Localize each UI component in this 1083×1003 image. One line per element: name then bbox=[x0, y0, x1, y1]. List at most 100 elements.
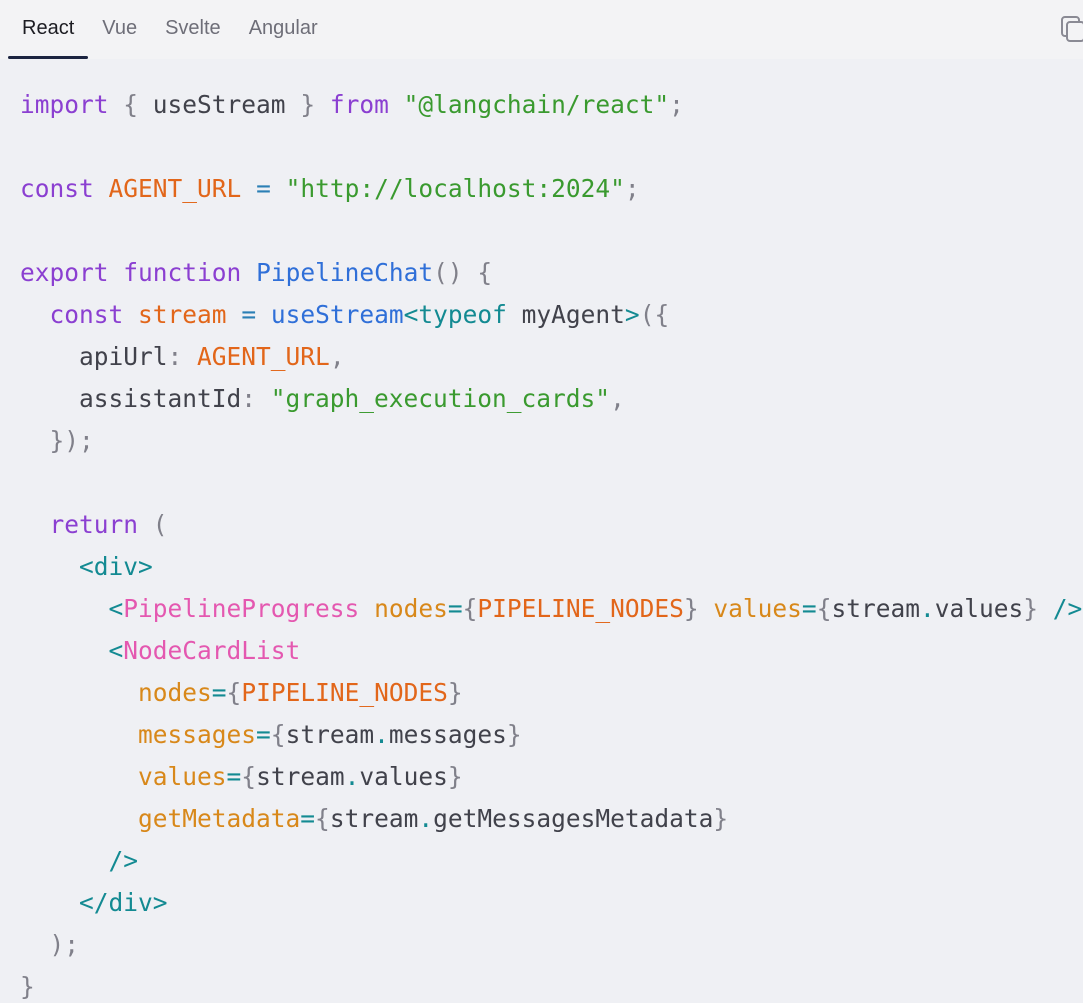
code-token: : bbox=[241, 384, 257, 413]
code-token: values bbox=[138, 762, 227, 791]
code-token: ( bbox=[152, 510, 168, 539]
code-token: = bbox=[211, 678, 227, 707]
code-token: > bbox=[624, 300, 640, 329]
code-token: PIPELINE_NODES bbox=[241, 678, 448, 707]
code-token: /> bbox=[108, 846, 139, 875]
code-token: <div> bbox=[79, 552, 153, 581]
code-token: } bbox=[506, 720, 522, 749]
code-line: <NodeCardList bbox=[20, 630, 1083, 672]
code-token: = bbox=[256, 720, 271, 749]
code-token: stream bbox=[329, 804, 419, 833]
code-token: . bbox=[919, 594, 935, 623]
code-token: "@langchain/react" bbox=[403, 90, 670, 119]
code-token: { bbox=[226, 678, 242, 707]
code-token: . bbox=[374, 720, 389, 749]
code-token: "graph_execution_cards" bbox=[270, 384, 611, 413]
code-token: } bbox=[683, 594, 699, 623]
code-token: { bbox=[270, 720, 286, 749]
code-token: { bbox=[315, 804, 330, 833]
code-token: , bbox=[329, 342, 345, 371]
code-token: = bbox=[447, 594, 463, 623]
code-token: AGENT_URL bbox=[197, 342, 330, 371]
code-token: { bbox=[477, 258, 493, 287]
tab-react[interactable]: React bbox=[8, 0, 89, 59]
code-token: values bbox=[359, 762, 448, 791]
code-token: import bbox=[20, 90, 109, 119]
code-token: } bbox=[447, 762, 463, 791]
code-token: stream bbox=[138, 300, 227, 329]
framework-tab-bar: React Vue Svelte Angular bbox=[0, 0, 1083, 59]
code-token: < bbox=[108, 594, 124, 623]
code-token: stream bbox=[256, 762, 345, 791]
code-token: NodeCardList bbox=[123, 636, 301, 665]
code-token: apiUrl bbox=[20, 342, 168, 371]
copy-button[interactable] bbox=[1059, 14, 1083, 44]
code-token: export bbox=[20, 258, 109, 287]
code-token: stream bbox=[831, 594, 920, 623]
code-token: myAgent bbox=[506, 300, 625, 329]
tab-vue[interactable]: Vue bbox=[88, 0, 151, 59]
code-line: ); bbox=[20, 924, 1083, 966]
code-line: /> bbox=[20, 840, 1083, 882]
code-token: () bbox=[433, 258, 463, 287]
code-token: values bbox=[934, 594, 1024, 623]
code-token: ({ bbox=[639, 300, 670, 329]
code-token: function bbox=[123, 258, 242, 287]
code-token: getMessagesMetadata bbox=[433, 804, 714, 833]
code-token: . bbox=[344, 762, 360, 791]
code-token: } bbox=[447, 678, 463, 707]
code-line: </div> bbox=[20, 882, 1083, 924]
code-token: ); bbox=[49, 930, 80, 959]
code-line: const stream = useStream<typeof myAgent>… bbox=[20, 294, 1083, 336]
code-block[interactable]: import { useStream } from "@langchain/re… bbox=[0, 59, 1083, 1003]
tab-svelte[interactable]: Svelte bbox=[151, 0, 235, 59]
code-token: = bbox=[256, 174, 271, 203]
code-line: <div> bbox=[20, 546, 1083, 588]
code-token: = bbox=[241, 300, 257, 329]
code-token: { bbox=[123, 90, 139, 119]
code-token: values bbox=[713, 594, 802, 623]
framework-tabs: React Vue Svelte Angular bbox=[8, 0, 332, 59]
code-token: { bbox=[241, 762, 257, 791]
code-token: . bbox=[418, 804, 434, 833]
code-line: assistantId: "graph_execution_cards", bbox=[20, 378, 1083, 420]
code-token: stream bbox=[285, 720, 375, 749]
code-line: getMetadata={stream.getMessagesMetadata} bbox=[20, 798, 1083, 840]
tab-angular[interactable]: Angular bbox=[235, 0, 332, 59]
code-token: useStream bbox=[270, 300, 404, 329]
code-token: from bbox=[329, 90, 389, 119]
code-token: = bbox=[801, 594, 817, 623]
code-line: } bbox=[20, 966, 1083, 1003]
code-token: { bbox=[816, 594, 832, 623]
code-token: nodes bbox=[138, 678, 212, 707]
code-token: AGENT_URL bbox=[108, 174, 242, 203]
code-token: return bbox=[49, 510, 139, 539]
code-token: PipelineChat bbox=[256, 258, 434, 287]
code-token: } bbox=[20, 972, 35, 1001]
code-line: import { useStream } from "@langchain/re… bbox=[20, 84, 1083, 126]
code-token: PipelineProgress bbox=[123, 594, 360, 623]
